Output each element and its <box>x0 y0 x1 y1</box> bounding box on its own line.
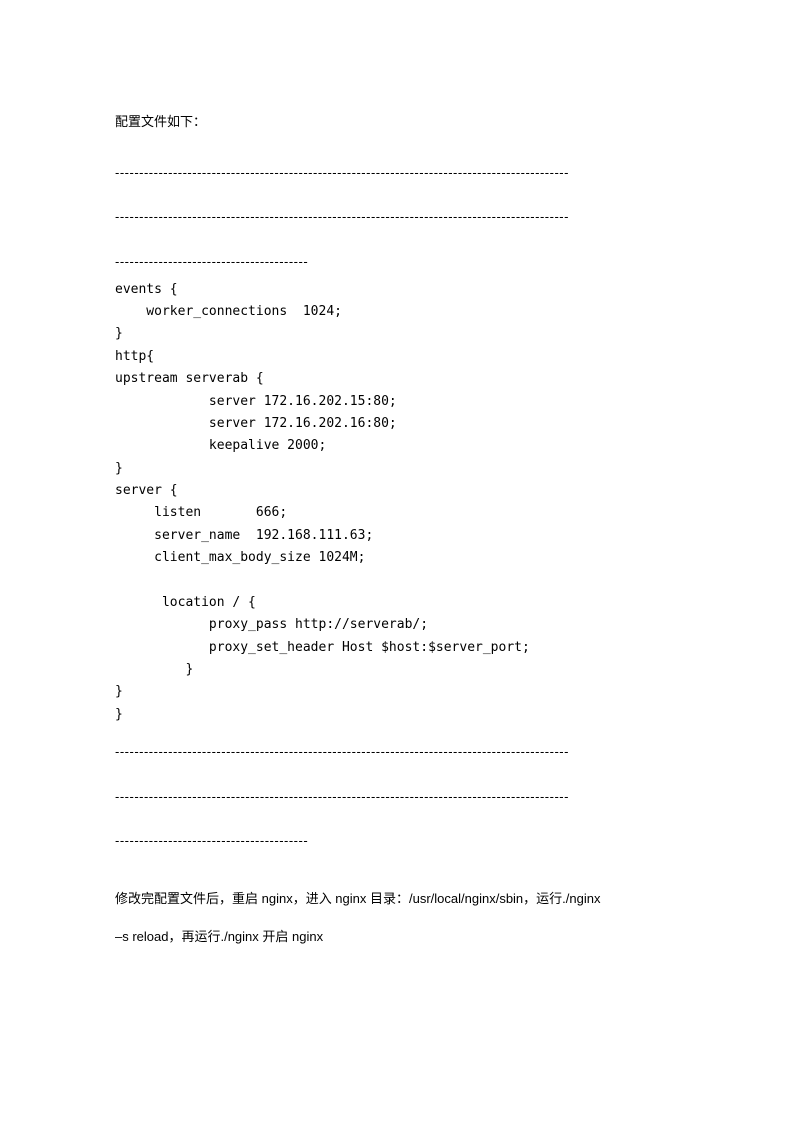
footer-paragraph: 修改完配置文件后，重启 nginx，进入 nginx 目录：/usr/local… <box>115 880 684 955</box>
divider-bottom-2: ----------------------------------------… <box>115 785 684 810</box>
divider-bottom-1: ----------------------------------------… <box>115 740 684 765</box>
config-code: events { worker_connections 1024; } http… <box>115 279 684 726</box>
footer-line-2: –s reload，再运行./nginx 开启 nginx <box>115 929 323 944</box>
divider-top-1: ----------------------------------------… <box>115 161 684 186</box>
divider-top-2: ----------------------------------------… <box>115 205 684 230</box>
footer-line-1: 修改完配置文件后，重启 nginx，进入 nginx 目录：/usr/local… <box>115 891 600 906</box>
heading-text: 配置文件如下： <box>115 110 684 135</box>
divider-bottom-3: ---------------------------------------- <box>115 829 684 854</box>
divider-top-3: ---------------------------------------- <box>115 250 684 275</box>
